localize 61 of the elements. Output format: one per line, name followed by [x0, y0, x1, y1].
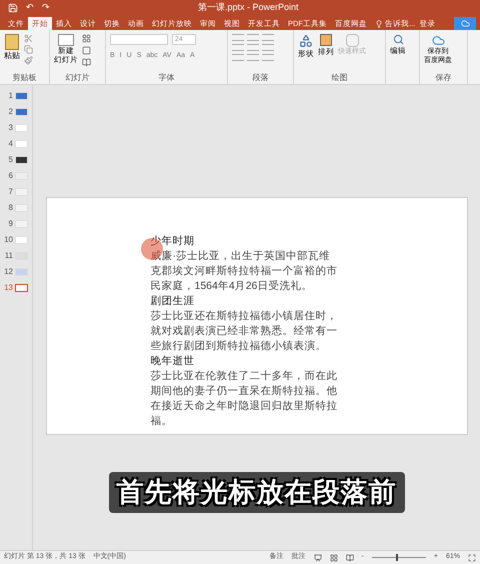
cloud-button[interactable]: [454, 17, 476, 30]
font-name-field[interactable]: [110, 34, 168, 45]
save-icon[interactable]: [8, 2, 18, 12]
paste-icon[interactable]: [5, 34, 19, 50]
slide-number: 8: [8, 202, 13, 214]
quick-access-button[interactable]: ↷: [42, 3, 50, 12]
zoom-thumb[interactable]: [396, 554, 398, 561]
slide-number: 7: [8, 186, 13, 198]
slide-number: 2: [8, 106, 13, 118]
cloud-icon: [460, 19, 470, 28]
cloud-icon[interactable]: [432, 34, 444, 47]
copy-icon[interactable]: [24, 45, 33, 54]
paragraph-text: 莎士比亚在伦敦住了二十多年，而在此期间他的妻子仍一直呆在斯特拉福。他在接近天命之年时隐退回归故里斯特拉福。: [150, 369, 338, 429]
paragraph-icon[interactable]: [262, 34, 274, 41]
search-icon[interactable]: [392, 34, 404, 45]
slide-number: 6: [8, 170, 13, 182]
paragraph-text: 威廉·莎士比亚，出生于英国中部瓦维克郡埃文河畔斯特拉特福一个富裕的市民家庭，1564年4月26日受洗礼。: [150, 249, 338, 294]
slide-number: 3: [8, 122, 13, 134]
cut-icon[interactable]: [24, 34, 33, 43]
paragraph-icon[interactable]: [247, 54, 259, 61]
paragraph-icon[interactable]: [232, 54, 244, 61]
slide-thumbnail[interactable]: [15, 284, 28, 292]
slide-number: 9: [8, 218, 13, 230]
group-label: 幻灯片: [64, 72, 90, 84]
lightbulb-icon: [375, 20, 383, 28]
layout-icon[interactable]: [82, 34, 91, 43]
arrange-icon[interactable]: [320, 34, 332, 46]
group-label: 保存: [434, 72, 452, 84]
sorter-view-icon[interactable]: [330, 554, 338, 562]
group-label: 字体: [158, 72, 176, 84]
fit-slide-icon[interactable]: [468, 554, 476, 562]
group-label: 段落: [252, 72, 270, 84]
paragraph-icon[interactable]: [262, 54, 274, 61]
format-painter-icon[interactable]: [24, 56, 33, 65]
paragraph-icon[interactable]: [232, 44, 244, 51]
reading-view-icon[interactable]: [346, 554, 354, 562]
slide-number: 12: [3, 266, 13, 278]
section-heading: 晚年逝世: [150, 354, 196, 369]
slide-number: 1: [8, 90, 13, 102]
slide-number: 11: [4, 250, 13, 262]
paragraph-text: 莎士比亚还在斯特拉福德小镇居住时，就对戏剧表演已经非常熟悉。经常有一些旅行剧团到斯特拉福德小镇表演。: [150, 309, 338, 354]
group-label: 剪贴板: [12, 72, 38, 84]
group-label: 绘图: [330, 72, 348, 84]
window-title: 第一课.pptx - PowerPoint: [198, 0, 299, 14]
quick-access-button[interactable]: ↶: [26, 3, 34, 12]
paragraph-icon[interactable]: [262, 44, 274, 51]
slide-number: 4: [8, 138, 13, 150]
section-heading: 少年时期: [150, 234, 196, 249]
paragraph-icon[interactable]: [247, 34, 259, 41]
normal-view-icon[interactable]: [314, 554, 322, 562]
slide-number: 5: [8, 154, 13, 166]
section-heading: 剧团生涯: [150, 294, 196, 309]
slide-number: 13: [3, 282, 13, 294]
paste-button[interactable]: 粘贴: [4, 50, 20, 62]
shapes-icon[interactable]: [299, 34, 313, 48]
slide-canvas[interactable]: 少年时期 威廉·莎士比亚，出生于英国中部瓦维克郡埃文河畔斯特拉特福一个富裕的市民家庭，1564年4月26日受洗礼。 剧团生涯 莎士比亚还在斯特拉福德小镇居住时，就对戏剧表演已经非常熟悉。经常有一些旅行剧团到斯特拉福德小镇表演。 晚年逝世 莎士比亚在伦敦住了二十多年，而在此期间他的妻子仍一直呆在斯特拉福。他在接近天命之年时隐退回归故里斯特拉福。: [46, 197, 468, 435]
paragraph-icon[interactable]: [247, 44, 259, 51]
video-subtitle: 首先将光标放在段落前: [108, 472, 404, 513]
new-slide-icon[interactable]: [58, 34, 74, 46]
paragraph-icon[interactable]: [232, 34, 244, 41]
slide-number: 10: [3, 234, 13, 246]
